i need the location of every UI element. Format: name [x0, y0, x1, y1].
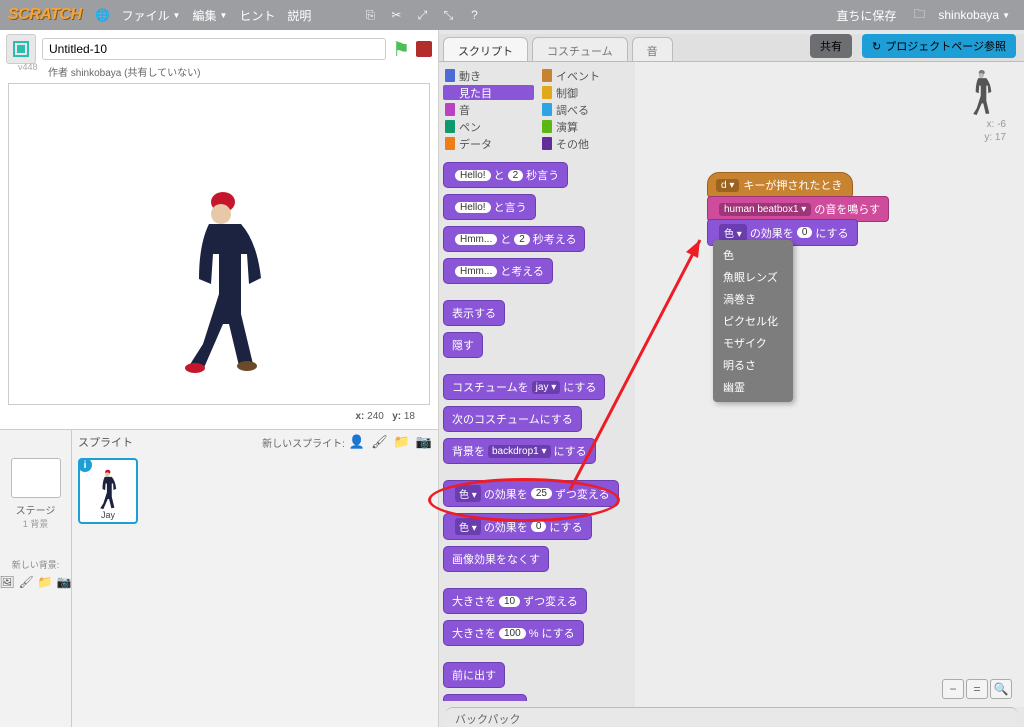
- block-clear-effects[interactable]: 画像効果をなくす: [443, 546, 549, 572]
- sprite-paint-icon[interactable]: 🖌: [371, 434, 388, 450]
- new-backdrop-label: 新しい背景:: [4, 558, 67, 571]
- refresh-icon: ↻: [872, 40, 881, 53]
- effect-dropdown[interactable]: 色 魚眼レンズ 渦巻き ピクセル化 モザイク 明るさ 幽霊: [713, 240, 793, 402]
- block-say-for[interactable]: Hello!と2秒言う: [443, 162, 568, 188]
- project-author: 作者 shinkobaya (共有していない): [0, 64, 438, 81]
- zoom-out-button[interactable]: −: [942, 679, 964, 699]
- block-switch-backdrop[interactable]: 背景をbackdrop1 ▾にする: [443, 438, 596, 464]
- cat-looks[interactable]: 見た目: [443, 85, 534, 100]
- menu-file[interactable]: ファイル▼: [122, 7, 181, 24]
- dropdown-option[interactable]: 幽霊: [713, 376, 793, 398]
- duplicate-icon[interactable]: ⎘: [361, 6, 379, 24]
- bg-library-icon[interactable]: 🖼: [0, 575, 15, 589]
- bg-camera-icon[interactable]: 📷: [57, 575, 72, 589]
- project-page-button[interactable]: ↻プロジェクトページ参照: [862, 34, 1016, 58]
- cat-control[interactable]: 制御: [540, 85, 631, 100]
- mouse-coords: x: 240 y: 18: [355, 411, 415, 422]
- stage[interactable]: x: 240 y: 18: [8, 83, 430, 405]
- folder-icon[interactable]: 🗀: [910, 6, 928, 24]
- block-think[interactable]: Hmm...と考える: [443, 258, 553, 284]
- green-flag-icon[interactable]: ⚑: [392, 37, 410, 62]
- block-palette: 動き イベント 見た目 制御 音 調べる ペン 演算 データ その他 Hello…: [439, 62, 635, 707]
- block-change-size[interactable]: 大きさを10ずつ変える: [443, 588, 587, 614]
- grow-icon[interactable]: ⤢: [413, 6, 431, 24]
- sprite-thumb-jay[interactable]: i Jay: [78, 458, 138, 524]
- sprite-coords: x: -6 y: 17: [984, 118, 1006, 144]
- dropdown-option[interactable]: ピクセル化: [713, 310, 793, 332]
- stage-sprite-jay[interactable]: [169, 184, 279, 374]
- stage-backdrop-count: 1 背景: [4, 517, 67, 530]
- sprite-upload-icon[interactable]: 📁: [394, 434, 410, 450]
- delete-icon[interactable]: ✂: [387, 6, 405, 24]
- cat-events[interactable]: イベント: [540, 68, 631, 83]
- block-go-back[interactable]: 1層下げる: [443, 694, 527, 701]
- cat-pen[interactable]: ペン: [443, 119, 534, 134]
- version-label: v448: [18, 62, 38, 72]
- shrink-icon[interactable]: ⤡: [439, 6, 457, 24]
- current-sprite-thumb: [962, 68, 1002, 116]
- save-now-button[interactable]: 直ちに保存: [836, 7, 896, 24]
- stop-icon[interactable]: [416, 41, 432, 57]
- sprite-library-icon[interactable]: 👤: [349, 434, 365, 450]
- dropdown-option[interactable]: 色: [713, 244, 793, 266]
- share-button[interactable]: 共有: [810, 34, 852, 58]
- block-switch-costume[interactable]: コスチュームをjay ▾にする: [443, 374, 605, 400]
- dropdown-option[interactable]: 魚眼レンズ: [713, 266, 793, 288]
- cat-more[interactable]: その他: [540, 136, 631, 151]
- block-say[interactable]: Hello!と言う: [443, 194, 536, 220]
- block-change-effect[interactable]: 色 ▾の効果を25ずつ変える: [443, 480, 619, 507]
- script-hat-key[interactable]: d ▾キーが押されたとき: [707, 172, 853, 198]
- fullscreen-button[interactable]: [6, 34, 36, 64]
- block-show[interactable]: 表示する: [443, 300, 505, 326]
- globe-icon[interactable]: 🌐: [94, 6, 112, 24]
- sprite-info-button[interactable]: i: [78, 458, 92, 472]
- user-menu[interactable]: shinkobaya▼: [938, 8, 1010, 22]
- block-set-effect[interactable]: 色 ▾の効果を0にする: [443, 513, 592, 540]
- scratch-logo[interactable]: SCRATCH: [8, 6, 82, 24]
- backpack-header[interactable]: バックパック: [445, 707, 1018, 727]
- zoom-in-button[interactable]: 🔍: [990, 679, 1012, 699]
- new-sprite-label: 新しいスプライト:: [262, 435, 345, 450]
- topbar: SCRATCH 🌐 ファイル▼ 編集▼ ヒント 説明 ⎘ ✂ ⤢ ⤡ ? 直ちに…: [0, 0, 1024, 30]
- tab-costumes[interactable]: コスチューム: [532, 37, 628, 61]
- menu-edit[interactable]: 編集▼: [192, 7, 227, 24]
- bg-paint-icon[interactable]: 🖌: [19, 575, 34, 589]
- block-think-for[interactable]: Hmm...と2秒考える: [443, 226, 585, 252]
- cat-data[interactable]: データ: [443, 136, 534, 151]
- block-hide[interactable]: 隠す: [443, 332, 483, 358]
- tab-scripts[interactable]: スクリプト: [443, 37, 528, 61]
- dropdown-option[interactable]: モザイク: [713, 332, 793, 354]
- scripts-area[interactable]: x: -6 y: 17 d ▾キーが押されたとき human beatbox1 …: [635, 62, 1024, 707]
- bg-upload-icon[interactable]: 📁: [38, 575, 53, 589]
- sprites-label: スプライト: [78, 434, 133, 450]
- block-next-costume[interactable]: 次のコスチュームにする: [443, 406, 582, 432]
- block-set-size[interactable]: 大きさを100% にする: [443, 620, 584, 646]
- dropdown-option[interactable]: 明るさ: [713, 354, 793, 376]
- menu-about[interactable]: 説明: [287, 7, 311, 24]
- stage-label: ステージ: [4, 502, 67, 517]
- sprite-name: Jay: [101, 510, 115, 520]
- block-go-front[interactable]: 前に出す: [443, 662, 505, 688]
- stage-thumbnail[interactable]: [11, 458, 61, 498]
- cat-sensing[interactable]: 調べる: [540, 102, 631, 117]
- cat-sound[interactable]: 音: [443, 102, 534, 117]
- tab-sounds[interactable]: 音: [632, 37, 673, 61]
- cat-operators[interactable]: 演算: [540, 119, 631, 134]
- stage-selector[interactable]: ステージ 1 背景 新しい背景: 🖼 🖌 📁 📷: [0, 430, 72, 727]
- project-title-input[interactable]: [42, 38, 386, 60]
- zoom-reset-button[interactable]: =: [966, 679, 988, 699]
- menu-tips[interactable]: ヒント: [239, 7, 275, 24]
- cat-motion[interactable]: 動き: [443, 68, 534, 83]
- help-icon[interactable]: ?: [465, 6, 483, 24]
- dropdown-option[interactable]: 渦巻き: [713, 288, 793, 310]
- sprite-camera-icon[interactable]: 📷: [416, 434, 432, 450]
